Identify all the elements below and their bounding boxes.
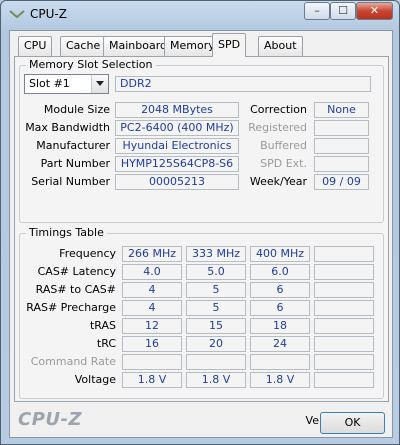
slot-select[interactable]: Slot #1 — [24, 74, 109, 94]
timing-label-ras-to-cas: RAS# to CAS# — [35, 283, 116, 296]
cpu-z-window: CPU-Z – ☐ ✕ CPU Cache Mainboard Memory S… — [0, 0, 400, 445]
correction-label: Correction — [250, 103, 307, 116]
tab-cpu[interactable]: CPU — [18, 36, 53, 56]
timing-cell-cas-latency: 5.0 — [186, 264, 246, 280]
chevron-down-icon[interactable] — [91, 75, 108, 93]
timing-cell-cas-latency: 4.0 — [122, 264, 182, 280]
timing-cell-command-rate — [122, 354, 182, 370]
window-title: CPU-Z — [30, 7, 67, 21]
timings-group: Timings Table Frequency 266 MHz 333 MHz 400… — [19, 226, 384, 399]
timing-label-cas-latency: CAS# Latency — [37, 265, 116, 278]
timing-cell-tras: 12 — [122, 318, 182, 334]
client-area: CPU Cache Mainboard Memory SPD About Mem… — [9, 30, 393, 438]
manufacturer-field: Hyundai Electronics — [115, 138, 239, 154]
timing-label-ras-precharge: RAS# Precharge — [26, 301, 116, 314]
manufacturer-label: Manufacturer — [36, 139, 110, 152]
serial-number-label: Serial Number — [31, 175, 110, 188]
timing-cell-trc — [314, 336, 374, 352]
tab-about[interactable]: About — [258, 36, 303, 56]
cpu-z-logo: CPU-Z — [18, 409, 83, 430]
timing-cell-voltage — [314, 372, 374, 388]
timing-cell-frequency — [314, 246, 374, 262]
timing-cell-tras: 15 — [186, 318, 246, 334]
minimize-button[interactable]: – — [304, 2, 330, 20]
memory-slot-group: Memory Slot Selection Slot #1 DDR2 Modul… — [19, 58, 384, 223]
timing-cell-trc: 24 — [250, 336, 310, 352]
timing-cell-command-rate — [314, 354, 374, 370]
timing-cell-tras: 18 — [250, 318, 310, 334]
timing-cell-cas-latency — [314, 264, 374, 280]
maximize-button[interactable]: ☐ — [330, 2, 356, 20]
timing-cell-frequency: 266 MHz — [122, 246, 182, 262]
max-bandwidth-label: Max Bandwidth — [25, 121, 110, 134]
timing-cell-voltage: 1.8 V — [122, 372, 182, 388]
ok-button[interactable]: OK — [320, 412, 385, 434]
timing-cell-trc: 20 — [186, 336, 246, 352]
timing-cell-voltage: 1.8 V — [250, 372, 310, 388]
timing-cell-frequency: 400 MHz — [250, 246, 310, 262]
timing-cell-frequency: 333 MHz — [186, 246, 246, 262]
module-size-field: 2048 MBytes — [115, 102, 239, 118]
buffered-label: Buffered — [260, 139, 307, 152]
slot-select-value: Slot #1 — [29, 77, 70, 90]
timing-cell-trc: 16 — [122, 336, 182, 352]
week-year-label: Week/Year — [249, 175, 307, 188]
tab-mainboard[interactable]: Mainboard — [103, 36, 174, 56]
timing-cell-cas-latency: 6.0 — [250, 264, 310, 280]
module-size-label: Module Size — [43, 103, 110, 116]
group-label-slot: Memory Slot Selection — [26, 58, 156, 71]
tab-spd[interactable]: SPD — [212, 33, 247, 57]
timing-cell-voltage: 1.8 V — [186, 372, 246, 388]
spd-ext-label: SPD Ext. — [260, 157, 307, 170]
part-number-label: Part Number — [40, 157, 110, 170]
timing-cell-ras-precharge: 4 — [122, 300, 182, 316]
spd-panel: Memory Slot Selection Slot #1 DDR2 Modul… — [14, 56, 389, 427]
title-bar[interactable]: CPU-Z – ☐ ✕ — [1, 1, 399, 29]
timing-cell-ras-to-cas: 4 — [122, 282, 182, 298]
timing-cell-tras — [314, 318, 374, 334]
correction-field: None — [314, 102, 369, 118]
timing-label-frequency: Frequency — [59, 247, 116, 260]
timing-cell-ras-to-cas — [314, 282, 374, 298]
timing-cell-ras-to-cas: 5 — [186, 282, 246, 298]
timing-cell-ras-precharge — [314, 300, 374, 316]
serial-number-field: 00005213 — [115, 174, 239, 190]
timing-label-command-rate: Command Rate — [30, 355, 116, 368]
memory-type-field: DDR2 — [115, 76, 371, 92]
timing-label-voltage: Voltage — [74, 373, 116, 386]
max-bandwidth-field: PC2-6400 (400 MHz) — [115, 120, 239, 136]
registered-field — [314, 120, 369, 136]
registered-label: Registered — [248, 121, 307, 134]
cpu-z-app-icon — [9, 9, 25, 19]
timing-label-tras: tRAS — [89, 319, 116, 332]
timing-cell-command-rate — [186, 354, 246, 370]
timing-cell-ras-precharge: 5 — [186, 300, 246, 316]
buffered-field — [314, 138, 369, 154]
part-number-field: HYMP125S64CP8-S6 — [115, 156, 239, 172]
timing-cell-ras-precharge: 6 — [250, 300, 310, 316]
timing-label-trc: tRC — [96, 337, 116, 350]
timing-cell-ras-to-cas: 6 — [250, 282, 310, 298]
spd-ext-field — [314, 156, 369, 172]
group-label-timings: Timings Table — [26, 226, 107, 239]
timing-cell-command-rate — [250, 354, 310, 370]
week-year-field: 09 / 09 — [314, 174, 369, 190]
tab-cache[interactable]: Cache — [60, 36, 107, 56]
close-button[interactable]: ✕ — [356, 2, 393, 20]
